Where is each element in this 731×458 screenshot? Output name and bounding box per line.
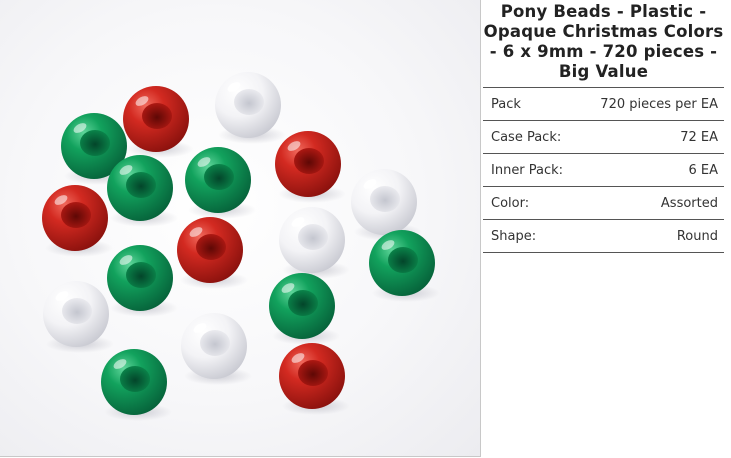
green-bead xyxy=(107,155,178,227)
spec-value: Assorted xyxy=(660,195,718,211)
red-bead xyxy=(42,185,113,257)
product-image[interactable] xyxy=(0,0,481,457)
green-bead xyxy=(101,349,172,421)
red-bead xyxy=(275,131,346,203)
spec-row-color: Color: Assorted xyxy=(483,187,724,220)
white-bead xyxy=(279,207,350,279)
green-bead xyxy=(269,273,340,345)
spec-row-pack: Pack 720 pieces per EA xyxy=(483,88,724,121)
red-bead xyxy=(279,343,350,415)
spec-row-shape: Shape: Round xyxy=(483,220,724,253)
spec-label: Case Pack: xyxy=(491,129,562,145)
white-bead xyxy=(181,313,252,385)
spec-value: Round xyxy=(676,228,718,244)
red-bead xyxy=(123,86,194,158)
product-info-panel: Pony Beads - Plastic - Opaque Christmas … xyxy=(483,0,724,253)
white-bead xyxy=(43,281,114,353)
green-bead xyxy=(185,147,256,219)
beads-photo xyxy=(42,72,440,421)
spec-value: 72 EA xyxy=(680,129,718,145)
spec-label: Shape: xyxy=(491,228,537,244)
white-bead xyxy=(351,169,422,241)
white-bead xyxy=(215,72,286,144)
spec-label: Inner Pack: xyxy=(491,162,564,178)
green-bead xyxy=(369,230,440,302)
spec-value: 6 EA xyxy=(688,162,718,178)
spec-label: Pack xyxy=(491,96,521,112)
spec-list: Pack 720 pieces per EA Case Pack: 72 EA … xyxy=(483,88,724,253)
spec-label: Color: xyxy=(491,195,530,211)
red-bead xyxy=(177,217,248,289)
spec-row-inner-pack: Inner Pack: 6 EA xyxy=(483,154,724,187)
green-bead xyxy=(107,245,178,317)
spec-row-case-pack: Case Pack: 72 EA xyxy=(483,121,724,154)
product-title: Pony Beads - Plastic - Opaque Christmas … xyxy=(483,0,724,88)
spec-value: 720 pieces per EA xyxy=(600,96,718,112)
